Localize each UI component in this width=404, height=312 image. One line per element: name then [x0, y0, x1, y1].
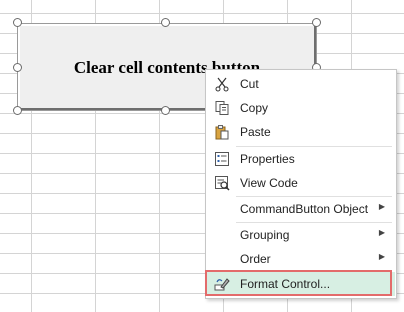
resize-handle-top-left[interactable]	[13, 18, 22, 27]
menu-item-order[interactable]: Order ▶	[207, 247, 395, 271]
resize-handle-left[interactable]	[13, 63, 22, 72]
paste-icon	[214, 124, 230, 140]
view-code-icon	[214, 175, 230, 191]
scissors-icon	[214, 76, 230, 92]
submenu-arrow-icon: ▶	[378, 202, 385, 211]
menu-item-label: Paste	[240, 125, 271, 139]
menu-item-commandbutton-object[interactable]: CommandButton Object ▶	[207, 197, 395, 221]
highlight-box	[205, 270, 392, 296]
menu-item-label: Copy	[240, 101, 269, 115]
menu-item-label: Grouping	[240, 228, 290, 242]
menu-item-label: Cut	[240, 77, 259, 91]
submenu-arrow-icon: ▶	[378, 252, 385, 261]
resize-handle-bottom[interactable]	[161, 106, 170, 115]
menu-item-properties[interactable]: Properties	[207, 147, 395, 171]
menu-item-label: Order	[240, 252, 271, 266]
menu-item-cut[interactable]: Cut	[207, 72, 395, 96]
copy-icon	[214, 100, 230, 116]
menu-item-copy[interactable]: Copy	[207, 96, 395, 120]
menu-item-label: Properties	[240, 152, 295, 166]
menu-item-label: View Code	[240, 176, 298, 190]
context-menu: Cut Copy Paste Properties View Code Comm…	[205, 69, 397, 299]
menu-item-grouping[interactable]: Grouping ▶	[207, 223, 395, 247]
menu-item-view-code[interactable]: View Code	[207, 171, 395, 195]
submenu-arrow-icon: ▶	[378, 228, 385, 237]
resize-handle-bottom-left[interactable]	[13, 106, 22, 115]
menu-item-label: CommandButton Object	[240, 202, 369, 216]
resize-handle-top-right[interactable]	[312, 18, 321, 27]
menu-item-paste[interactable]: Paste	[207, 120, 395, 144]
resize-handle-top[interactable]	[161, 18, 170, 27]
properties-icon	[214, 151, 230, 167]
